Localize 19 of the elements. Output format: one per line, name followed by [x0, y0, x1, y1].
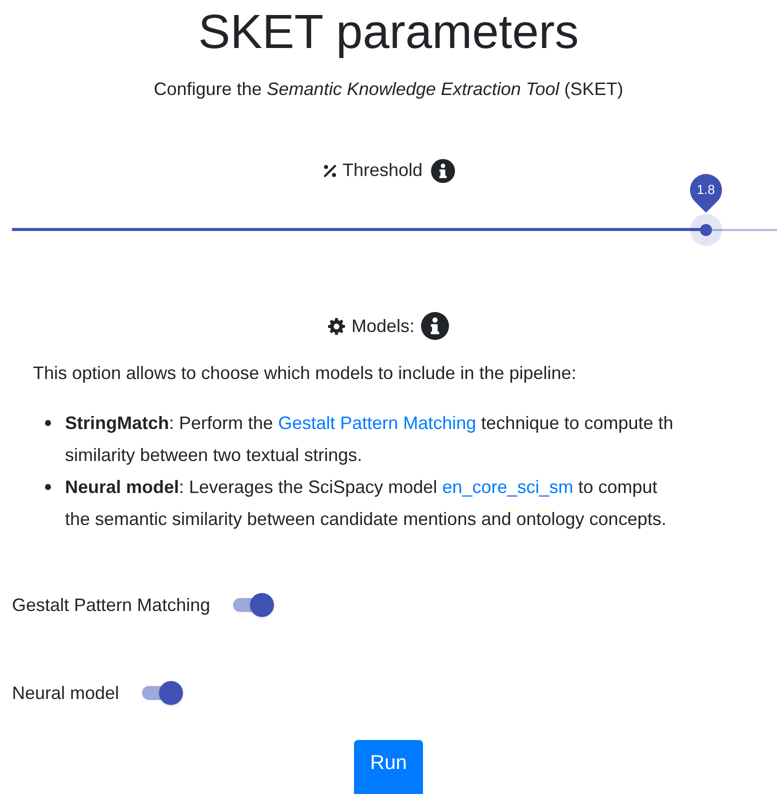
slider-value: 1.8: [696, 181, 716, 199]
bullet-text: StringMatch: Perform the Gestalt Pattern Matching technique to compute th similarity between two textual strings.: [65, 412, 674, 467]
link[interactable]: Gestalt Pattern Matching: [278, 413, 476, 433]
page-subtitle: Configure the Semantic Knowledge Extraction Tool (SKET): [152, 78, 624, 101]
intro-text: This option allows to choose which models to include in the pipeline:: [33, 362, 578, 385]
gear-icon: [328, 318, 346, 334]
bullet-icon: [45, 420, 51, 426]
bullet-icon: [45, 484, 51, 490]
toggle-label: Gestalt Pattern Matching: [12, 594, 210, 617]
percent-icon: [322, 162, 338, 178]
models-label: Models:: [351, 314, 415, 338]
info-icon: [420, 312, 449, 340]
bullet-text: Neural model: Leverages the SciSpacy model en_core_sci_sm to comput the semantic similarity between candidate mentions and ontology concepts.: [65, 476, 666, 531]
info-icon: [430, 158, 455, 182]
slider-thumb[interactable]: [690, 214, 722, 246]
run-button[interactable]: Run: [354, 740, 423, 794]
toggle-label: Neural model: [12, 682, 120, 704]
page-title: SKET parameters: [197, 9, 580, 57]
link[interactable]: en_core_sci_sm: [442, 477, 574, 497]
